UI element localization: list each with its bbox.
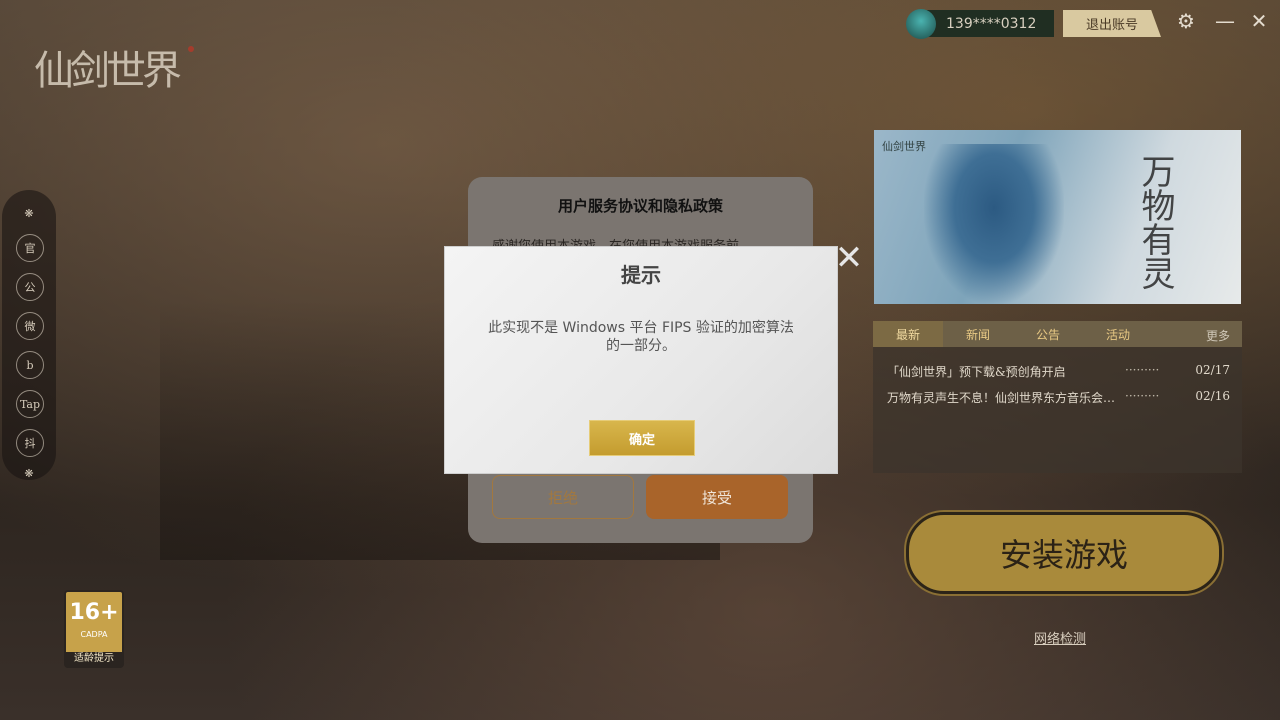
network-check-link[interactable]: 网络检测 — [1034, 628, 1086, 647]
taptap-icon[interactable]: Tap — [16, 390, 44, 418]
alert-dialog: 提示 此实现不是 Windows 平台 FIPS 验证的加密算法的一部分。 确定 — [444, 246, 838, 474]
news-date: 02/16 — [1195, 389, 1230, 403]
game-logo: 仙剑世界 — [34, 38, 204, 108]
leader-dots: ········· — [1125, 389, 1160, 403]
news-title: 「仙剑世界」预下载&预创角开启 — [887, 365, 1066, 379]
tab-notice[interactable]: 公告 — [1013, 321, 1083, 347]
logout-button[interactable]: 退出账号 — [1063, 10, 1161, 37]
bilibili-icon[interactable]: b — [16, 351, 44, 379]
official-site-icon[interactable]: 官 — [16, 234, 44, 262]
wechat-official-icon[interactable]: 公 — [16, 273, 44, 301]
alert-title: 提示 — [621, 263, 661, 287]
install-game-button[interactable]: 安装游戏 — [906, 512, 1222, 594]
tab-events[interactable]: 活动 — [1083, 321, 1153, 347]
weibo-icon[interactable]: 微 — [16, 312, 44, 340]
more-link[interactable]: 更多 — [1206, 327, 1230, 344]
news-title: 万物有灵声生不息！仙剑世界东方音乐会即将开启 — [887, 391, 1123, 405]
social-sidebar: ❋ 官 公 微 b Tap 抖 ❋ — [2, 190, 56, 480]
avatar[interactable] — [906, 8, 936, 39]
reject-button[interactable]: 拒绝 — [492, 475, 634, 519]
close-icon[interactable]: ✕ — [1246, 8, 1272, 34]
list-item[interactable]: 万物有灵声生不息！仙剑世界东方音乐会即将开启 ········· 02/16 — [887, 389, 1230, 409]
age-rating-badge: 16+ CADPA 适龄提示 — [64, 590, 124, 668]
minimize-icon[interactable]: — — [1212, 8, 1238, 34]
news-tabs: 最新 新闻 公告 活动 — [873, 321, 1242, 347]
ornament-top-icon: ❋ — [24, 206, 34, 220]
alert-message: 此实现不是 Windows 平台 FIPS 验证的加密算法的一部分。 — [488, 320, 794, 354]
banner-character-image — [924, 144, 1064, 304]
tab-latest[interactable]: 最新 — [873, 321, 943, 347]
accept-button[interactable]: 接受 — [646, 475, 788, 519]
banner-mini-logo: 仙剑世界 — [882, 140, 926, 153]
age-rating-footer: 适龄提示 — [66, 652, 122, 666]
list-item[interactable]: 「仙剑世界」预下载&预创角开启 ········· 02/17 — [887, 363, 1230, 383]
gear-icon[interactable]: ⚙ — [1173, 8, 1199, 34]
phone-number: 139****0312 — [946, 15, 1037, 32]
age-rating-number: 16+ — [69, 600, 119, 625]
age-rating-org: CADPA — [80, 630, 108, 639]
leader-dots: ········· — [1125, 363, 1160, 377]
close-icon[interactable]: ✕ — [834, 241, 864, 275]
tab-news[interactable]: 新闻 — [943, 321, 1013, 347]
agreement-title: 用户服务协议和隐私政策 — [557, 197, 723, 215]
account-badge[interactable]: 139****0312 — [906, 8, 1054, 39]
confirm-button[interactable]: 确定 — [589, 420, 695, 456]
douyin-icon[interactable]: 抖 — [16, 429, 44, 457]
logo-seal-dot — [188, 46, 194, 52]
ornament-bottom-icon: ❋ — [24, 466, 34, 480]
banner-title: 万物有灵 — [1135, 154, 1175, 290]
logo-text: 仙剑世界 — [34, 48, 182, 94]
news-date: 02/17 — [1195, 363, 1230, 377]
news-panel: 最新 新闻 公告 活动 更多 「仙剑世界」预下载&预创角开启 ·········… — [873, 321, 1242, 473]
promo-banner[interactable]: 仙剑世界 万物有灵 — [874, 130, 1241, 304]
